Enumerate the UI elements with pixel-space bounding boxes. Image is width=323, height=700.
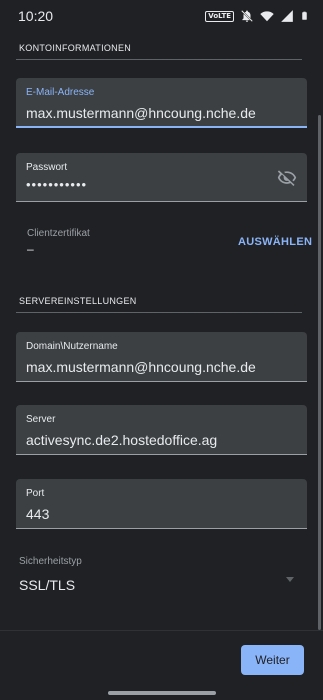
certificate-value: –	[27, 242, 34, 256]
select-certificate-button[interactable]: AUSWÄHLEN	[238, 236, 312, 248]
password-field[interactable]: Passwort •••••••••••	[16, 153, 307, 202]
status-icons: VoLTE	[205, 9, 309, 23]
server-field[interactable]: Server activesync.de2.hostedoffice.ag	[16, 405, 307, 455]
next-button[interactable]: Weiter	[241, 645, 304, 675]
domain-username-label: Domain\Nutzername	[26, 341, 118, 352]
server-value: activesync.de2.hostedoffice.ag	[26, 432, 218, 448]
cell-signal-icon	[281, 10, 293, 22]
password-value: •••••••••••	[26, 177, 88, 192]
home-indicator[interactable]	[108, 691, 216, 695]
battery-icon	[302, 11, 307, 20]
section-divider	[16, 59, 302, 60]
scrollbar[interactable]	[318, 115, 321, 630]
security-type-select[interactable]: SSL/TLS	[19, 577, 75, 593]
status-time: 10:20	[18, 8, 54, 24]
password-label: Passwort	[26, 162, 68, 173]
security-type-label: Sicherheitstyp	[19, 556, 82, 567]
volte-badge: VoLTE	[205, 10, 234, 22]
visibility-off-icon[interactable]	[277, 168, 297, 188]
server-label: Server	[26, 414, 56, 425]
port-field[interactable]: Port 443	[16, 479, 307, 529]
status-bar: 10:20 VoLTE	[0, 0, 323, 32]
dropdown-arrow-icon[interactable]	[286, 577, 294, 582]
wifi-icon	[260, 11, 274, 22]
port-value: 443	[26, 506, 50, 522]
email-field[interactable]: E-Mail-Adresse max.mustermann@hncoung.nc…	[16, 78, 307, 128]
domain-username-value: max.mustermann@hncoung.nche.de	[26, 359, 256, 375]
email-label: E-Mail-Adresse	[26, 87, 95, 98]
section-server-title: SERVEREINSTELLUNGEN	[19, 296, 137, 306]
section-divider	[16, 312, 302, 313]
email-value: max.mustermann@hncoung.nche.de	[26, 105, 256, 121]
notifications-off-icon	[241, 10, 253, 22]
certificate-label: Clientzertifikat	[27, 228, 90, 239]
section-account-title: KONTOINFORMATIONEN	[19, 43, 132, 53]
port-label: Port	[26, 488, 45, 499]
domain-username-field[interactable]: Domain\Nutzername max.mustermann@hncoung…	[16, 332, 307, 382]
